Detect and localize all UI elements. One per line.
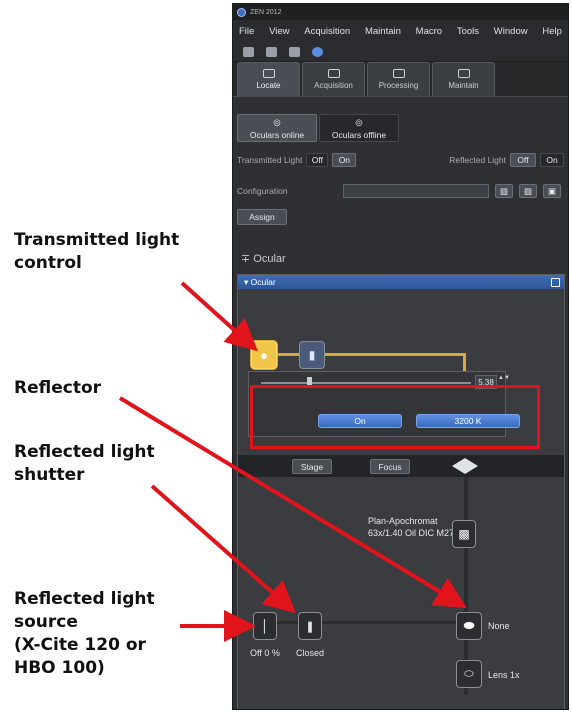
title-bar: ZEN 2012 (233, 4, 568, 20)
intensity-slider-track[interactable] (261, 382, 471, 384)
tab-maintain[interactable]: Maintain (432, 62, 495, 96)
rl-source-label: Off 0 % (250, 648, 280, 658)
menu-acquisition[interactable]: Acquisition (304, 26, 350, 37)
menu-file[interactable]: File (239, 26, 254, 37)
reflected-light-label: Reflected Light (449, 155, 506, 165)
rl-shutter-label: Closed (296, 648, 325, 658)
save-config-icon[interactable]: ▨ (519, 184, 537, 198)
tab-label: Locate (256, 81, 281, 90)
reflected-off-button[interactable]: Off (510, 153, 536, 167)
tab-processing[interactable]: Processing (367, 62, 430, 96)
eye-icon: ◎ (273, 116, 281, 127)
tab-acquisition[interactable]: Acquisition (302, 62, 365, 96)
tab-label: Maintain (448, 81, 479, 90)
focus-button[interactable]: Focus (370, 459, 410, 474)
reflector-label: None (488, 621, 510, 631)
open-config-icon[interactable]: ▧ (495, 184, 513, 198)
reflector-icon: ⬬ (463, 618, 475, 633)
transmitted-light-button[interactable]: ● (251, 341, 277, 369)
transmitted-light-label: Transmitted Light (237, 155, 303, 165)
light-row: Transmitted Light Off On Reflected Light… (237, 153, 564, 167)
main-tabs: Locate Acquisition Processing Maintain (233, 62, 568, 97)
configuration-label: Configuration (237, 186, 288, 196)
highlight-box (250, 385, 540, 449)
callout-line: Reflected light (14, 442, 155, 462)
callout-line: HBO 100) (14, 658, 105, 678)
configuration-select[interactable] (343, 184, 489, 198)
shutter-closed-icon: ❚ (305, 620, 315, 633)
reflected-light-source-button[interactable]: │ (253, 612, 277, 640)
menu-macro[interactable]: Macro (416, 26, 442, 37)
button-label: Oculars offline (331, 129, 387, 140)
configuration-row: Configuration ▧ ▨ ▣ (237, 184, 564, 198)
processing-icon (392, 69, 405, 78)
share-icon[interactable] (312, 46, 323, 57)
panel-title-label: Ocular (250, 276, 276, 287)
eye-icon: ◎ (355, 116, 363, 127)
ocular-panel-title: ▾ Ocular (238, 275, 564, 289)
delete-config-icon[interactable]: ▣ (543, 184, 561, 198)
tab-label: Processing (378, 81, 419, 90)
lens-icon: ⬭ (464, 667, 474, 680)
menu-window[interactable]: Window (494, 26, 528, 37)
objective-icon: ▩ (458, 527, 470, 541)
callout-reflected-light-shutter: Reflected light shutter (14, 441, 155, 487)
window-title: ZEN 2012 (250, 8, 282, 16)
ocular-section-header[interactable]: ∓ Ocular (241, 252, 286, 265)
callout-line: (X-Cite 120 or (14, 635, 146, 655)
stage-button[interactable]: Stage (292, 459, 332, 474)
collapse-arrow-icon[interactable]: ▾ (244, 277, 251, 287)
light-source-icon: │ (261, 619, 269, 633)
reflector-button[interactable]: ⬬ (456, 612, 482, 640)
menu-maintain[interactable]: Maintain (365, 26, 401, 37)
acquisition-icon (327, 69, 340, 78)
callout-line: Transmitted light (14, 230, 180, 250)
maintain-icon (457, 69, 470, 78)
assign-button[interactable]: Assign (237, 209, 287, 225)
toolbar (233, 42, 568, 62)
section-label: Ocular (253, 253, 286, 265)
oculars-offline-button[interactable]: ◎ Oculars offline (319, 114, 399, 142)
callout-line: shutter (14, 465, 85, 485)
transmitted-shutter-button[interactable]: ▮ (299, 341, 325, 369)
reflected-light-shutter-button[interactable]: ❚ (298, 612, 322, 640)
objective-button[interactable]: ▩ (452, 520, 476, 548)
menu-view[interactable]: View (269, 26, 289, 37)
transmitted-on-button[interactable]: On (332, 153, 357, 167)
zen-window: ZEN 2012 File View Acquisition Maintain … (232, 3, 569, 710)
button-label: Oculars online (249, 129, 305, 140)
menu-tools[interactable]: Tools (457, 26, 479, 37)
popout-icon[interactable] (551, 277, 560, 287)
ocular-panel: ▾ Ocular ● ▮ 5.38 ▲▼ On 3200 K Stage Foc… (237, 274, 565, 709)
open-folder-icon[interactable] (266, 46, 277, 57)
zeiss-logo-icon (237, 7, 246, 17)
collapse-icon: ∓ (241, 253, 254, 265)
tab-label: Acquisition (314, 81, 353, 90)
tab-locate[interactable]: Locate (237, 62, 300, 96)
locate-icon (262, 69, 275, 78)
menu-help[interactable]: Help (542, 26, 562, 37)
reflected-on-button[interactable]: On (540, 153, 564, 167)
tube-lens-button[interactable]: ⬭ (456, 660, 482, 688)
save-icon[interactable] (289, 46, 300, 57)
new-icon[interactable] (243, 46, 254, 57)
callout-transmitted-light-control: Transmitted light control (14, 229, 179, 275)
tube-lens-label: Lens 1x (488, 670, 520, 680)
callout-line: source (14, 612, 78, 632)
callout-line: Reflected light (14, 589, 155, 609)
menu-bar: File View Acquisition Maintain Macro Too… (233, 20, 568, 42)
lightbulb-icon: ● (260, 347, 268, 363)
ocular-mode-row: ◎ Oculars online ◎ Oculars offline (237, 114, 564, 142)
oculars-online-button[interactable]: ◎ Oculars online (237, 114, 317, 142)
callout-reflector: Reflector (14, 378, 102, 398)
callout-reflected-light-source: Reflected light source (X-Cite 120 or HB… (14, 588, 155, 680)
transmitted-off-button[interactable]: Off (306, 153, 329, 167)
shutter-icon: ▮ (308, 348, 316, 362)
callout-line: control (14, 253, 82, 273)
